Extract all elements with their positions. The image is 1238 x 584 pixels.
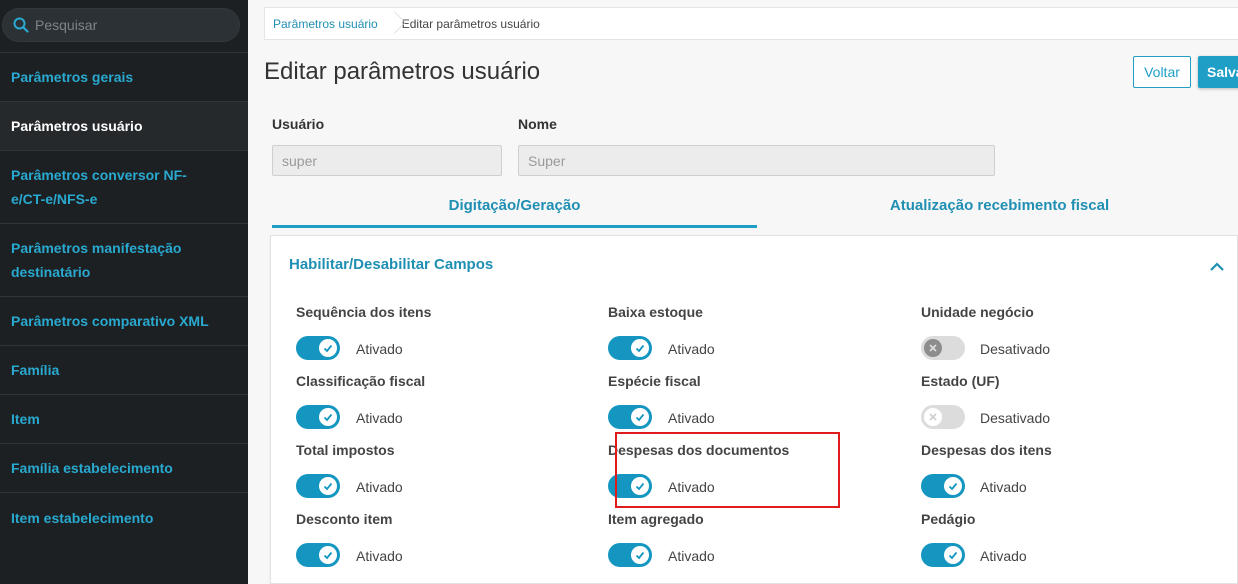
toggle-label: Espécie fiscal [608,373,701,389]
sidebar-item-label: Parâmetros usuário [11,118,143,134]
pedagio-toggle[interactable] [921,543,965,567]
nome-label: Nome [518,116,557,132]
toggle-label: Estado (UF) [921,373,1000,389]
search-box[interactable] [2,8,240,42]
sidebar-item-parametros-conversor[interactable]: Parâmetros conversor NF-e/CT-e/NFS-e [0,151,248,224]
toggle-label: Pedágio [921,511,976,527]
check-icon [631,339,649,357]
estado-uf-toggle[interactable] [921,405,965,429]
main-content: Parâmetros usuário Editar parâmetros usu… [248,0,1238,584]
sidebar-item-label: Parâmetros manifestação destinatário [11,240,182,280]
toggle-state: Desativado [980,341,1051,357]
toggle-state: Ativado [668,410,715,426]
classificacao-fiscal-toggle[interactable] [296,405,340,429]
sidebar-item-item-estabelecimento[interactable]: Item estabelecimento [0,493,248,542]
sequencia-itens-toggle[interactable] [296,336,340,360]
panel-title: Habilitar/Desabilitar Campos [289,256,494,273]
especie-fiscal-toggle[interactable] [608,405,652,429]
sidebar-item-parametros-gerais[interactable]: Parâmetros gerais [0,53,248,102]
highlight-box [615,432,840,508]
sidebar: Parâmetros gerais Parâmetros usuário Par… [0,0,248,584]
breadcrumb-separator [388,7,398,40]
toggle-label: Baixa estoque [608,304,703,320]
check-icon [631,408,649,426]
sidebar-item-familia-estabelecimento[interactable]: Família estabelecimento [0,444,248,493]
breadcrumb: Parâmetros usuário Editar parâmetros usu… [264,7,1238,40]
check-icon [944,477,962,495]
check-icon [319,546,337,564]
check-icon [944,546,962,564]
chevron-up-icon[interactable] [1207,258,1227,274]
usuario-label: Usuário [272,116,325,132]
check-icon [631,546,649,564]
toggle-label: Total impostos [296,442,395,458]
toggle-label: Sequência dos itens [296,304,432,320]
page-title: Editar parâmetros usuário [264,58,541,85]
total-impostos-toggle[interactable] [296,474,340,498]
despesas-itens-toggle[interactable] [921,474,965,498]
x-icon [924,408,942,426]
usuario-field[interactable] [272,145,502,176]
search-area [0,0,248,53]
toggle-state: Ativado [356,479,403,495]
breadcrumb-link[interactable]: Parâmetros usuário [265,8,388,39]
sidebar-item-label: Parâmetros comparativo XML [11,313,209,329]
toggle-label: Despesas dos itens [921,442,1052,458]
toggle-state: Desativado [980,410,1051,426]
sidebar-item-label: Família estabelecimento [11,460,173,476]
tabs: Digitação/Geração Atualização recebiment… [272,190,1238,228]
save-button[interactable]: Salvar [1198,56,1238,88]
toggle-label: Desconto item [296,511,393,527]
sidebar-item-parametros-comparativo[interactable]: Parâmetros comparativo XML [0,297,248,346]
unidade-negocio-toggle[interactable] [921,336,965,360]
check-icon [319,408,337,426]
toggle-state: Ativado [668,548,715,564]
desconto-item-toggle[interactable] [296,543,340,567]
item-agregado-toggle[interactable] [608,543,652,567]
sidebar-item-parametros-usuario[interactable]: Parâmetros usuário [0,102,248,151]
toggle-state: Ativado [980,479,1027,495]
breadcrumb-current: Editar parâmetros usuário [401,16,540,31]
x-icon [924,339,942,357]
check-icon [319,339,337,357]
toggle-state: Ativado [356,548,403,564]
toggle-label: Unidade negócio [921,304,1034,320]
baixa-estoque-toggle[interactable] [608,336,652,360]
sidebar-item-label: Parâmetros gerais [11,69,134,85]
search-icon [13,17,29,33]
sidebar-item-label: Item estabelecimento [11,509,154,526]
sidebar-item-parametros-manifestacao[interactable]: Parâmetros manifestação destinatário [0,224,248,297]
sidebar-item-label: Família [11,362,60,378]
sidebar-item-label: Item [11,411,40,427]
toggle-state: Ativado [356,341,403,357]
toggle-state: Ativado [668,341,715,357]
toggle-label: Item agregado [608,511,704,527]
toggle-state: Ativado [356,410,403,426]
sidebar-item-label: Parâmetros conversor NF-e/CT-e/NFS-e [11,167,187,207]
nome-field[interactable] [518,145,995,176]
toggle-label: Classificação fiscal [296,373,426,389]
search-input[interactable] [35,9,225,41]
tab-atualizacao-recebimento[interactable]: Atualização recebimento fiscal [757,190,1238,228]
sidebar-item-item[interactable]: Item [0,395,248,444]
sidebar-item-familia[interactable]: Família [0,346,248,395]
back-button[interactable]: Voltar [1133,56,1191,88]
toggles-panel: Habilitar/Desabilitar Campos Sequência d… [270,235,1238,584]
toggle-state: Ativado [980,548,1027,564]
check-icon [319,477,337,495]
tab-digitacao-geracao[interactable]: Digitação/Geração [272,190,757,228]
